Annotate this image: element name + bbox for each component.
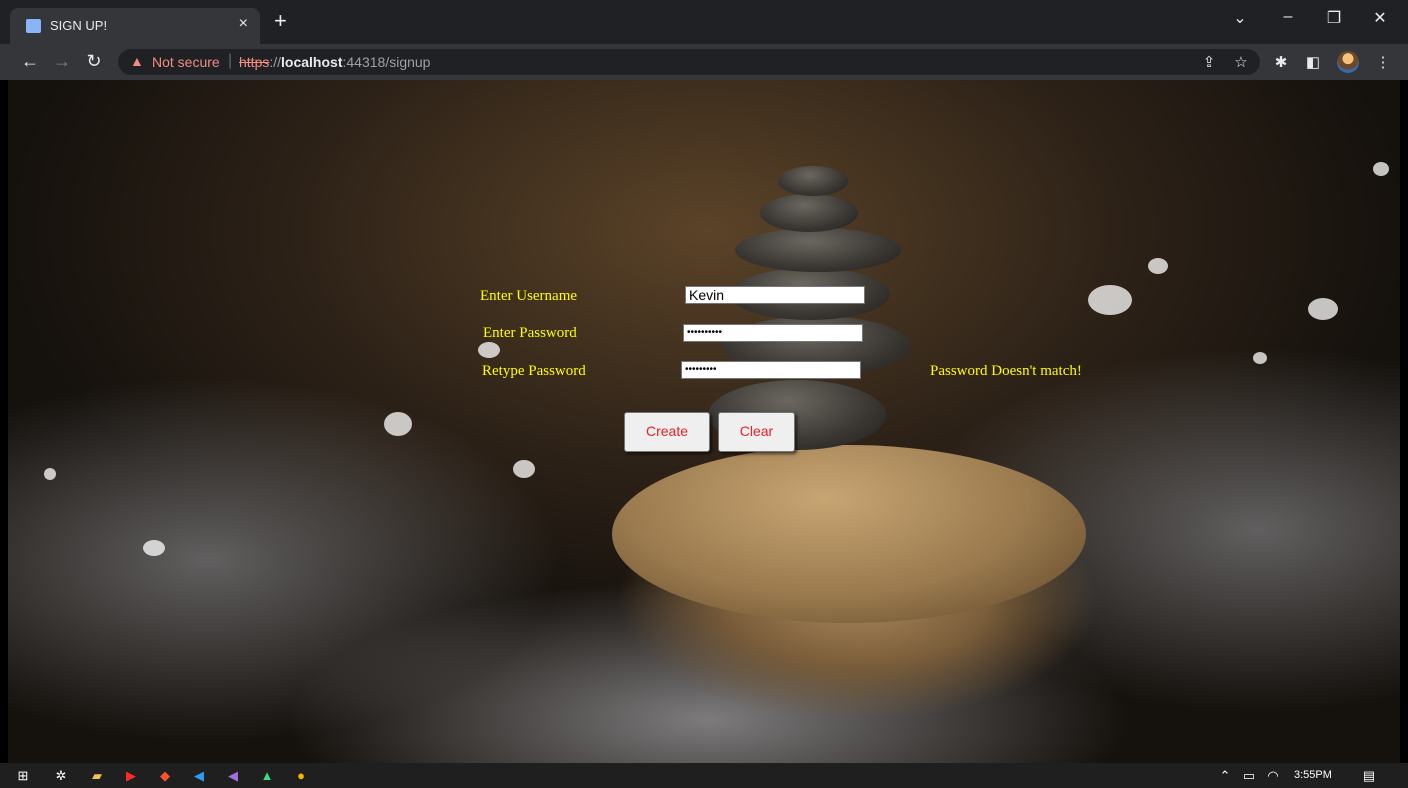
menu-kebab-icon[interactable]: ⋮ (1372, 53, 1394, 71)
url-text[interactable]: https://localhost:44318/signup (239, 54, 430, 70)
restore-button[interactable]: ❐ (1314, 8, 1354, 28)
url-path: :44318/signup (342, 54, 431, 70)
browser-toolbar: ← → ↻ ▲ Not secure | https://localhost:4… (0, 44, 1408, 80)
address-bar[interactable]: ▲ Not secure | https://localhost:44318/s… (118, 49, 1260, 75)
file-explorer-icon[interactable]: ▰ (88, 767, 106, 785)
android-studio-icon[interactable]: ▲ (258, 767, 276, 785)
new-tab-button[interactable]: + (274, 10, 287, 32)
windows-taskbar: ⊞ ✲ ▰ ▶ ◆ ◀ ◀ ▲ ● ⌃ ▭ ◠ 3:55PM ▤ (0, 763, 1408, 788)
minimize-button[interactable]: – (1268, 8, 1308, 26)
password-label: Enter Password (483, 325, 577, 341)
brave-icon[interactable]: ◆ (156, 767, 174, 785)
water-droplet (143, 540, 165, 556)
bookmark-star-icon[interactable]: ☆ (1230, 53, 1252, 71)
password-mismatch-error: Password Doesn't match! (930, 363, 1082, 379)
tab-search-icon[interactable]: ⌄ (1220, 8, 1260, 28)
network-icon[interactable]: ▭ (1240, 767, 1258, 785)
profile-avatar[interactable] (1337, 51, 1359, 73)
window-close-button[interactable]: ✕ (1360, 8, 1400, 28)
tab-sign-up[interactable]: SIGN UP! × (10, 8, 260, 44)
url-scheme-separator: :// (269, 54, 282, 70)
create-button[interactable]: Create (624, 412, 710, 452)
taskbar-clock[interactable]: 3:55PM (1294, 769, 1332, 781)
stone-1 (778, 166, 848, 196)
water-droplet (1373, 162, 1389, 176)
page-viewport: Enter Username Kevin Enter Password ••••… (8, 80, 1400, 763)
settings-icon[interactable]: ✲ (52, 767, 70, 785)
large-stone (612, 445, 1086, 623)
water-droplet (1088, 285, 1132, 315)
browser-chrome: SIGN UP! × + ⌄ – ❐ ✕ ← → ↻ ▲ Not secure … (0, 0, 1408, 80)
url-scheme: https (239, 54, 270, 70)
extensions-puzzle-icon[interactable]: ✱ (1270, 53, 1292, 71)
forward-arrow-icon[interactable]: → (50, 51, 74, 72)
windows-start-icon[interactable]: ⊞ (14, 767, 32, 785)
visual-studio-icon[interactable]: ◀ (224, 767, 242, 785)
url-host: localhost (281, 54, 343, 70)
share-icon[interactable]: ⇪ (1198, 53, 1220, 71)
water-droplet (513, 460, 535, 478)
tab-close-icon[interactable]: × (239, 15, 248, 33)
chrome-icon[interactable]: ● (292, 767, 310, 785)
water-droplet (44, 468, 56, 480)
stone-3 (735, 228, 901, 272)
notification-icon[interactable]: ▤ (1360, 767, 1378, 785)
reload-icon[interactable]: ↻ (82, 51, 106, 72)
retype-password-label: Retype Password (482, 363, 586, 379)
side-panel-icon[interactable]: ◧ (1302, 53, 1324, 71)
stone-2 (760, 194, 858, 232)
water-droplet (1148, 258, 1168, 274)
username-label: Enter Username (480, 288, 578, 304)
youtube-icon[interactable]: ▶ (122, 767, 140, 785)
page-favicon-icon (26, 19, 41, 33)
water-droplet (384, 412, 412, 436)
wifi-icon[interactable]: ◠ (1264, 767, 1282, 785)
tray-chevron-icon[interactable]: ⌃ (1216, 767, 1234, 785)
back-arrow-icon[interactable]: ← (18, 51, 42, 72)
security-label[interactable]: Not secure (152, 54, 220, 70)
water-droplet (1253, 352, 1267, 364)
water-droplet (478, 342, 500, 358)
vscode-icon[interactable]: ◀ (190, 767, 208, 785)
address-separator: | (228, 52, 233, 69)
clear-button[interactable]: Clear (718, 412, 795, 452)
retype-password-input[interactable]: ••••••••• (681, 361, 861, 379)
tab-title: SIGN UP! (50, 18, 108, 33)
water-droplet (1308, 298, 1338, 320)
password-input[interactable]: •••••••••• (683, 324, 863, 342)
username-input[interactable]: Kevin (685, 286, 865, 304)
warning-icon[interactable]: ▲ (130, 53, 144, 69)
tab-strip: SIGN UP! × + ⌄ – ❐ ✕ (0, 0, 1408, 44)
